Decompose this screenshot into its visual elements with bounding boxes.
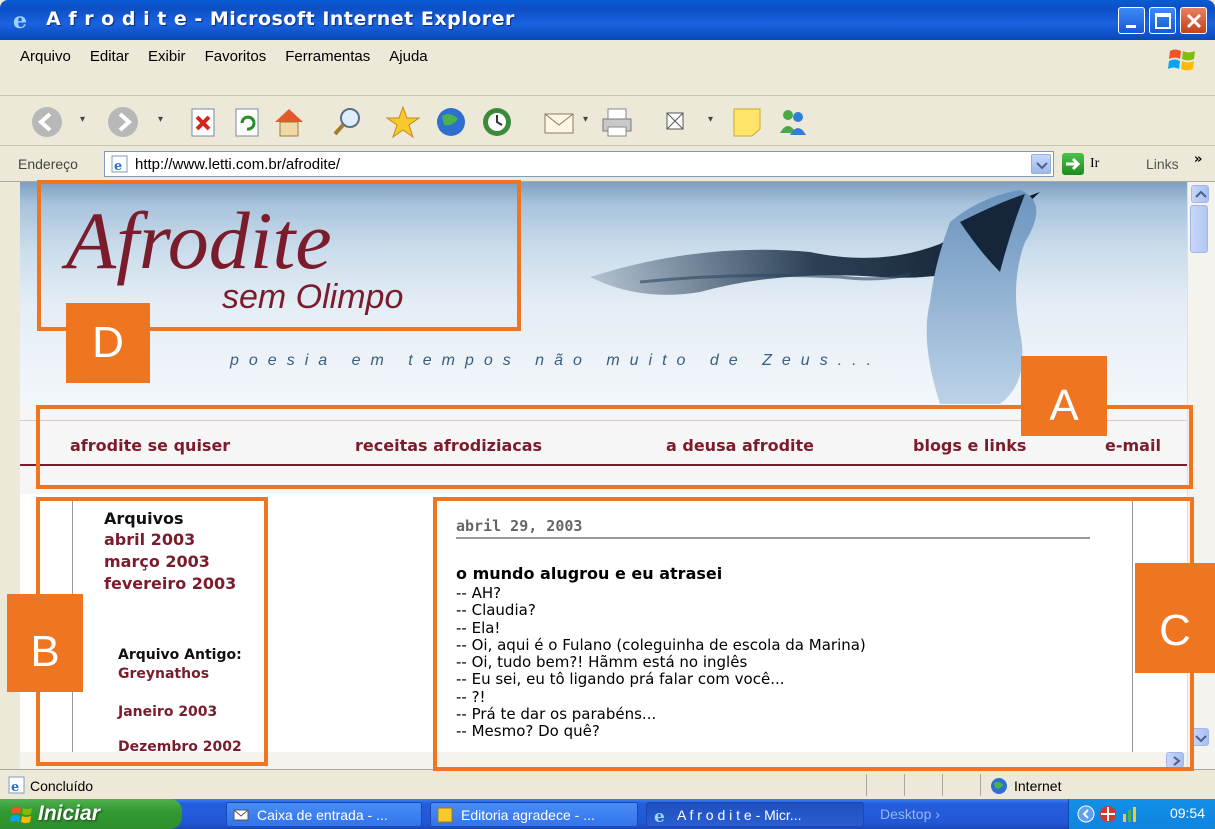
stop-icon[interactable] <box>184 103 222 141</box>
annotation-box-a <box>36 405 1193 489</box>
menu-favoritos[interactable]: Favoritos <box>205 48 267 65</box>
minimize-button[interactable] <box>1118 7 1145 34</box>
mail-icon <box>233 809 249 821</box>
task-editoria[interactable]: Editoria agradece - ... <box>430 802 638 827</box>
toolbar: ▾ ▾ ▾ ▾ <box>0 96 1215 146</box>
svg-text:e: e <box>13 9 27 31</box>
annotation-label-b: B <box>7 594 83 692</box>
globe-icon <box>991 778 1007 794</box>
menu-ajuda[interactable]: Ajuda <box>389 48 427 65</box>
refresh-icon[interactable] <box>228 103 266 141</box>
windows-flag-icon <box>10 807 32 823</box>
ie-window: e A f r o d i t e - Microsoft Internet E… <box>0 0 1215 829</box>
vertical-scroll-thumb[interactable] <box>1190 205 1208 253</box>
page-icon: e <box>111 155 128 173</box>
start-label: Iniciar <box>38 802 100 825</box>
scroll-up-button[interactable] <box>1191 185 1209 203</box>
page-status-icon: e <box>8 776 25 794</box>
chevron-up-icon <box>1195 190 1207 198</box>
windows-logo-icon <box>1168 49 1195 71</box>
status-bar: e Concluído Internet <box>0 769 1215 799</box>
go-button[interactable] <box>1062 153 1084 175</box>
desktop-label: Desktop <box>880 806 932 822</box>
status-text: Concluído <box>30 778 94 794</box>
back-icon[interactable] <box>28 103 66 141</box>
minimize-icon <box>1126 25 1136 28</box>
address-bar: Endereço e http://www.letti.com.br/afrod… <box>0 146 1215 182</box>
status-separator <box>980 774 981 796</box>
maximize-button[interactable] <box>1149 7 1176 34</box>
maximize-icon <box>1155 13 1171 29</box>
back-dropdown-icon[interactable]: ▾ <box>80 114 85 125</box>
start-button[interactable]: Iniciar <box>0 799 182 829</box>
svg-text:e: e <box>11 780 19 794</box>
outlook-icon <box>437 807 453 823</box>
address-url: http://www.letti.com.br/afrodite/ <box>135 156 341 173</box>
menu-editar[interactable]: Editar <box>90 48 129 65</box>
ie-icon: e <box>654 807 665 824</box>
task-label: A f r o d i t e - Micr... <box>677 807 802 823</box>
edit-icon[interactable] <box>656 103 694 141</box>
print-icon[interactable] <box>598 103 636 141</box>
security-zone: Internet <box>1014 778 1062 794</box>
history-icon[interactable] <box>478 103 516 141</box>
menu-ferramentas[interactable]: Ferramentas <box>285 48 370 65</box>
taskbar: Iniciar Caixa de entrada - ... Editoria … <box>0 799 1215 829</box>
annotation-label-a: A <box>1021 356 1107 436</box>
clock: 09:54 <box>1169 805 1205 821</box>
search-icon[interactable] <box>330 103 368 141</box>
task-afrodite[interactable]: e A f r o d i t e - Micr... <box>646 802 864 827</box>
chevron-down-icon <box>1036 162 1048 170</box>
go-label[interactable]: Ir <box>1090 156 1099 172</box>
system-tray: 09:54 <box>1068 799 1215 829</box>
task-label: Editoria agradece - ... <box>461 807 595 823</box>
mail-icon[interactable] <box>540 103 578 141</box>
annotation-label-c: C <box>1135 563 1215 673</box>
task-desktop-toolbar[interactable]: Desktop › <box>872 802 992 827</box>
status-separator <box>942 774 943 796</box>
chart-icon[interactable] <box>1121 805 1139 823</box>
links-button[interactable]: Links <box>1146 156 1179 172</box>
home-icon[interactable] <box>270 103 308 141</box>
ie-logo-icon: e <box>13 9 27 31</box>
mail-dropdown-icon[interactable]: ▾ <box>583 114 588 125</box>
status-separator <box>866 774 867 796</box>
menu-arquivo[interactable]: Arquivo <box>20 48 71 65</box>
links-chevron-icon[interactable]: » <box>1194 152 1202 167</box>
forward-dropdown-icon[interactable]: ▾ <box>158 114 163 125</box>
favorites-icon[interactable] <box>384 103 422 141</box>
close-button[interactable] <box>1180 7 1207 34</box>
address-input[interactable]: e http://www.letti.com.br/afrodite/ <box>104 151 1054 177</box>
chevron-down-icon <box>1195 735 1207 743</box>
close-icon <box>1186 13 1202 29</box>
title-bar[interactable]: e A f r o d i t e - Microsoft Internet E… <box>0 0 1215 40</box>
annotation-box-c <box>433 497 1194 771</box>
window-title: A f r o d i t e - Microsoft Internet Exp… <box>46 8 515 30</box>
menu-bar: Arquivo Editar Exibir Favoritos Ferramen… <box>0 40 1215 96</box>
media-icon[interactable] <box>432 103 470 141</box>
svg-text:e: e <box>114 159 122 173</box>
note-icon[interactable] <box>728 103 766 141</box>
menu-exibir[interactable]: Exibir <box>148 48 186 65</box>
network-icon[interactable] <box>1099 805 1117 823</box>
svg-text:e: e <box>654 807 665 824</box>
address-dropdown-button[interactable] <box>1031 154 1051 174</box>
go-arrow-icon <box>1066 157 1081 171</box>
forward-icon[interactable] <box>104 103 142 141</box>
status-separator <box>904 774 905 796</box>
messenger-icon[interactable] <box>774 103 812 141</box>
edit-dropdown-icon[interactable]: ▾ <box>708 114 713 125</box>
address-label: Endereço <box>18 156 78 172</box>
task-caixa-de-entrada[interactable]: Caixa de entrada - ... <box>226 802 422 827</box>
site-tagline: poesia em tempos não muito de Zeus... <box>230 352 882 369</box>
task-label: Caixa de entrada - ... <box>257 807 388 823</box>
tray-arrow-icon[interactable] <box>1077 805 1095 823</box>
annotation-label-d: D <box>66 303 150 383</box>
